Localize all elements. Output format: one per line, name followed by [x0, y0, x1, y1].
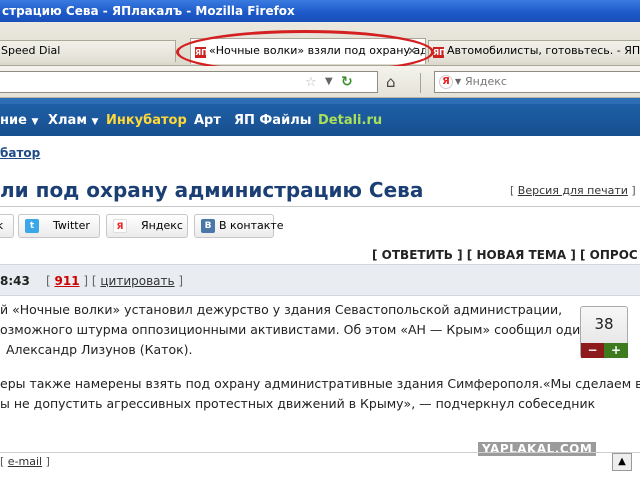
tab-label: Speed Dial: [1, 44, 61, 57]
tab-label: «Ночные волки» взяли под охрану ад...: [209, 44, 426, 57]
share-facebook-button[interactable]: ok: [0, 214, 14, 238]
post-body: й «Ночные волки» установил дежурство у з…: [0, 300, 640, 414]
chevron-down-icon[interactable]: ▼: [455, 72, 461, 92]
menu-item-detali[interactable]: Detali.ru: [318, 113, 382, 128]
chevron-down-icon: ▼: [31, 117, 39, 127]
chevron-down-icon[interactable]: ▼: [325, 76, 333, 87]
tab-avtomobilisty[interactable]: ЯПАвтомобилисты, готовьтесь. - ЯПлакалъ: [428, 40, 640, 62]
post-line: ы не допустить агрессивных протестных дв…: [0, 396, 596, 411]
vote-up-button[interactable]: +: [604, 343, 628, 358]
toolbar-divider: [420, 73, 421, 93]
yandex-icon: Я: [113, 219, 127, 233]
menu-item-art[interactable]: Арт: [194, 113, 221, 128]
yaplakal-favicon-icon: ЯП: [195, 47, 208, 58]
post-line: еры также намерены взять под охрану адми…: [0, 376, 640, 391]
navigation-toolbar: ☆ ▼ ↻ ⌂ Я ▼ Яндекс: [0, 66, 640, 98]
post-number-link[interactable]: 911: [55, 274, 80, 288]
twitter-icon: t: [25, 219, 39, 233]
vk-icon: B: [201, 219, 215, 233]
window-title-bar: страцию Сева - ЯПлакалъ - Mozilla Firefo…: [0, 0, 640, 22]
site-menu: ние ▼ Хлам ▼ Инкубатор Арт ЯП Файлы Deta…: [0, 98, 640, 136]
post-line: й «Ночные волки» установил дежурство у з…: [0, 302, 563, 317]
scroll-up-icon[interactable]: ▲: [612, 453, 632, 471]
email-link[interactable]: [ e-mail ]: [0, 455, 50, 468]
post-meta: [ 911 ] [ цитировать ]: [46, 274, 184, 288]
menu-item-hlam[interactable]: Хлам ▼: [48, 113, 98, 128]
tab-speed-dial[interactable]: Speed Dial: [0, 40, 176, 62]
breadcrumb[interactable]: батор: [0, 146, 40, 160]
vote-down-button[interactable]: −: [581, 343, 604, 358]
print-version-link[interactable]: [ Версия для печати ]: [510, 184, 636, 197]
tab-active-article[interactable]: ЯП«Ночные волки» взяли под охрану ад... …: [190, 38, 426, 64]
post-line: озможного штурма оппозиционными активист…: [0, 322, 589, 337]
url-bar[interactable]: ☆ ▼ ↻: [0, 71, 378, 93]
post-header: 8:43 [ 911 ] [ цитировать ]: [0, 264, 640, 296]
share-yandex-button[interactable]: Я Яндекс: [106, 214, 188, 238]
menu-item-incubator[interactable]: Инкубатор: [106, 113, 187, 128]
chevron-down-icon: ▼: [91, 117, 99, 127]
home-icon[interactable]: ⌂: [386, 73, 408, 91]
tab-label: Автомобилисты, готовьтесь. - ЯПлакалъ: [447, 44, 640, 57]
menu-item-sections[interactable]: ние ▼: [0, 113, 38, 128]
post-footer: [ e-mail ] ▲: [0, 452, 640, 471]
window-title: страцию Сева - ЯПлакалъ - Mozilla Firefo…: [2, 4, 295, 18]
title-divider: [0, 206, 640, 207]
tab-bar: Speed Dial ЯП«Ночные волки» взяли под ох…: [0, 22, 640, 66]
search-placeholder: Яндекс: [465, 75, 507, 88]
rating-box: 38 − +: [580, 306, 628, 358]
menu-item-files[interactable]: ЯП Файлы: [234, 113, 311, 128]
share-twitter-button[interactable]: t Twitter: [18, 214, 100, 238]
search-input[interactable]: Я ▼ Яндекс: [434, 71, 640, 93]
post-actions[interactable]: [ ОТВЕТИТЬ ] [ НОВАЯ ТЕМА ] [ ОПРОС ]: [372, 248, 640, 262]
yaplakal-favicon-icon: ЯП: [433, 47, 446, 58]
refresh-icon[interactable]: ↻: [341, 74, 353, 90]
share-vk-button[interactable]: B В контакте: [194, 214, 284, 238]
post-time: 8:43: [0, 274, 30, 288]
rating-value: 38: [594, 315, 614, 333]
page-title: ли под охрану администрацию Сева: [0, 178, 424, 202]
yandex-search-icon: Я: [439, 75, 453, 89]
quote-link[interactable]: цитировать: [100, 274, 174, 288]
bookmark-star-icon[interactable]: ☆: [305, 75, 317, 90]
post-line: Александр Лизунов (Каток).: [6, 342, 193, 357]
close-tab-icon[interactable]: ✕: [407, 39, 417, 63]
